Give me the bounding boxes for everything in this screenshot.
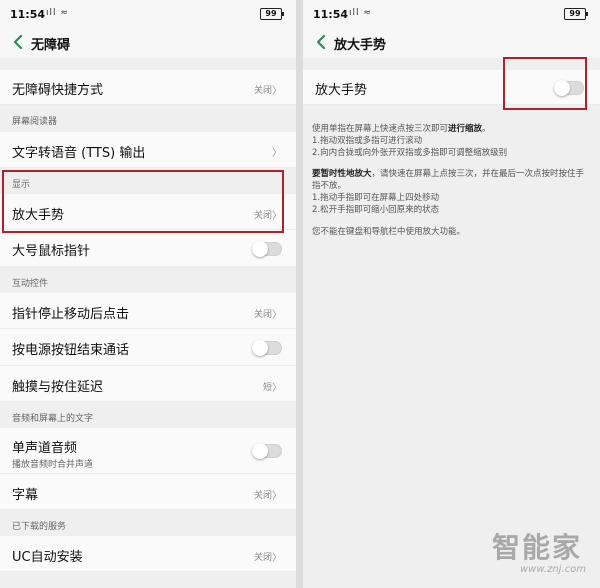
instructions-paragraph-3: 您不能在键盘和导航栏中使用放大功能。 [312, 226, 592, 238]
row-large-pointer[interactable]: 大号鼠标指针 [0, 230, 296, 267]
row-accessibility-shortcut[interactable]: 无障碍快捷方式 关闭 〉 [0, 70, 296, 105]
app-bar: 无障碍 [0, 28, 296, 58]
large-pointer-toggle[interactable] [252, 241, 282, 257]
desc-text: 1.拖动双指或多指可进行滚动 [312, 136, 423, 146]
section-label: 互动控件 [12, 279, 49, 289]
app-bar: 放大手势 [303, 28, 600, 58]
status-time: 11:54 [10, 8, 46, 21]
chevron-right-icon: 〉 [272, 383, 282, 394]
desc-text: 2.向内合拢或向外张开双指或多指即可调整缩放级别 [312, 148, 508, 158]
row-subtitle: 播放音频时合并声道 [12, 460, 94, 470]
chevron-right-icon: 〉 [272, 86, 282, 97]
signal-wifi-icon: ıll ≈ [349, 8, 372, 18]
section-header-screen-reader: 屏幕阅读器 [0, 105, 296, 132]
row-value: 短 [262, 383, 272, 393]
status-bar: 11:54 ıll ≈ 99 [303, 0, 600, 28]
toggle-knob [554, 80, 570, 96]
desc-text: 您不能在键盘和导航栏中使用放大功能。 [312, 227, 466, 237]
toggle-knob [252, 241, 268, 257]
row-label: 按电源按钮结束通话 [12, 343, 130, 358]
magnification-screen: 11:54 ıll ≈ 99 放大手势 放大手势 使用单指在屏幕上快速点按三次即… [303, 0, 600, 588]
row-label: 放大手势 [315, 83, 368, 98]
back-arrow-icon[interactable] [8, 31, 28, 53]
section-label: 显示 [12, 180, 31, 190]
row-label: 单声道音频 [12, 441, 78, 456]
page-title: 放大手势 [334, 38, 387, 53]
page-title: 无障碍 [31, 38, 71, 53]
row-value: 关闭 [253, 86, 272, 96]
row-label: 无障碍快捷方式 [12, 83, 104, 98]
row-magnification-gestures[interactable]: 放大手势 关闭 〉 [0, 194, 296, 230]
section-label: 屏幕阅读器 [12, 117, 58, 127]
battery-icon: 99 [260, 8, 284, 20]
watermark-text: 智能家 [492, 531, 583, 564]
watermark-url: www.znj.com [520, 564, 586, 575]
row-power-button-ends-call[interactable]: 按电源按钮结束通话 [0, 329, 296, 366]
watermark-logo: 智能家 www.znj.com [492, 526, 596, 582]
section-header-interaction: 互动控件 [0, 267, 296, 293]
section-spacer [303, 58, 600, 70]
mono-audio-toggle[interactable] [252, 443, 282, 459]
row-label: 触摸与按住延迟 [12, 380, 104, 395]
desc-bold: 要暂时性地放大 [312, 169, 372, 179]
row-label: 指针停止移动后点击 [12, 307, 130, 322]
desc-bold: 进行缩放 [448, 124, 483, 134]
section-header-downloaded-services: 已下载的服务 [0, 510, 296, 536]
chevron-right-icon: 〉 [272, 553, 282, 564]
accessibility-screen: 11:54 ıll ≈ 99 无障碍 无障碍快捷方式 关闭 〉 屏幕阅读器 文字… [0, 0, 296, 588]
magnification-toggle[interactable] [554, 80, 584, 96]
section-header-display: 显示 [0, 168, 296, 194]
status-time: 11:54 [313, 8, 349, 21]
section-spacer [0, 58, 296, 70]
row-magnification-toggle[interactable]: 放大手势 [303, 70, 600, 105]
section-header-audio-text: 音频和屏幕上的文字 [0, 402, 296, 428]
row-label: UC自动安装 [12, 550, 83, 565]
row-label: 文字转语音 (TTS) 输出 [12, 146, 146, 161]
status-bar: 11:54 ıll ≈ 99 [0, 0, 296, 28]
row-captions[interactable]: 字幕 关闭 〉 [0, 474, 296, 510]
power-ends-call-toggle[interactable] [252, 340, 282, 356]
row-label: 放大手势 [12, 208, 65, 223]
row-value: 关闭 [253, 553, 272, 563]
row-uc-auto-install[interactable]: UC自动安装 关闭 〉 [0, 536, 296, 572]
battery-icon: 99 [564, 8, 588, 20]
row-label: 字幕 [12, 488, 39, 503]
chevron-right-icon: 〉 [272, 148, 282, 159]
desc-text: 1.拖动手指即可在屏幕上四处移动 [312, 193, 440, 203]
settings-list: 无障碍快捷方式 关闭 〉 屏幕阅读器 文字转语音 (TTS) 输出 〉 显示 放… [0, 58, 296, 572]
back-arrow-icon[interactable] [311, 31, 331, 53]
instructions-paragraph-1: 使用单指在屏幕上快速点按三次即可进行缩放。 1.拖动双指或多指可进行滚动 2.向… [312, 123, 592, 159]
magnification-content: 放大手势 [303, 58, 600, 105]
row-touch-hold-delay[interactable]: 触摸与按住延迟 短 〉 [0, 366, 296, 402]
toggle-knob [252, 443, 268, 459]
chevron-right-icon: 〉 [272, 310, 282, 321]
row-mono-audio[interactable]: 单声道音频 播放音频时合并声道 [0, 428, 296, 474]
signal-wifi-icon: ıll ≈ [46, 8, 69, 18]
row-dwell-click[interactable]: 指针停止移动后点击 关闭 〉 [0, 293, 296, 329]
desc-text: 。 [482, 124, 491, 134]
row-label: 大号鼠标指针 [12, 244, 91, 259]
chevron-right-icon: 〉 [272, 491, 282, 502]
row-value: 关闭 [253, 310, 272, 320]
row-value: 关闭 [253, 491, 272, 501]
desc-text: 2.松开手指即可缩小回原来的状态 [312, 205, 440, 215]
toggle-knob [252, 340, 268, 356]
section-label: 音频和屏幕上的文字 [12, 414, 94, 424]
section-label: 已下载的服务 [12, 522, 67, 532]
row-tts-output[interactable]: 文字转语音 (TTS) 输出 〉 [0, 132, 296, 168]
desc-text: 使用单指在屏幕上快速点按三次即可 [312, 124, 449, 134]
chevron-right-icon: 〉 [272, 211, 282, 222]
instructions-paragraph-2: 要暂时性地放大，请快速在屏幕上点按三次，并在最后一次点按时按住手指不放。 1.拖… [312, 168, 592, 216]
divider [296, 0, 303, 588]
row-value: 关闭 [253, 211, 272, 221]
